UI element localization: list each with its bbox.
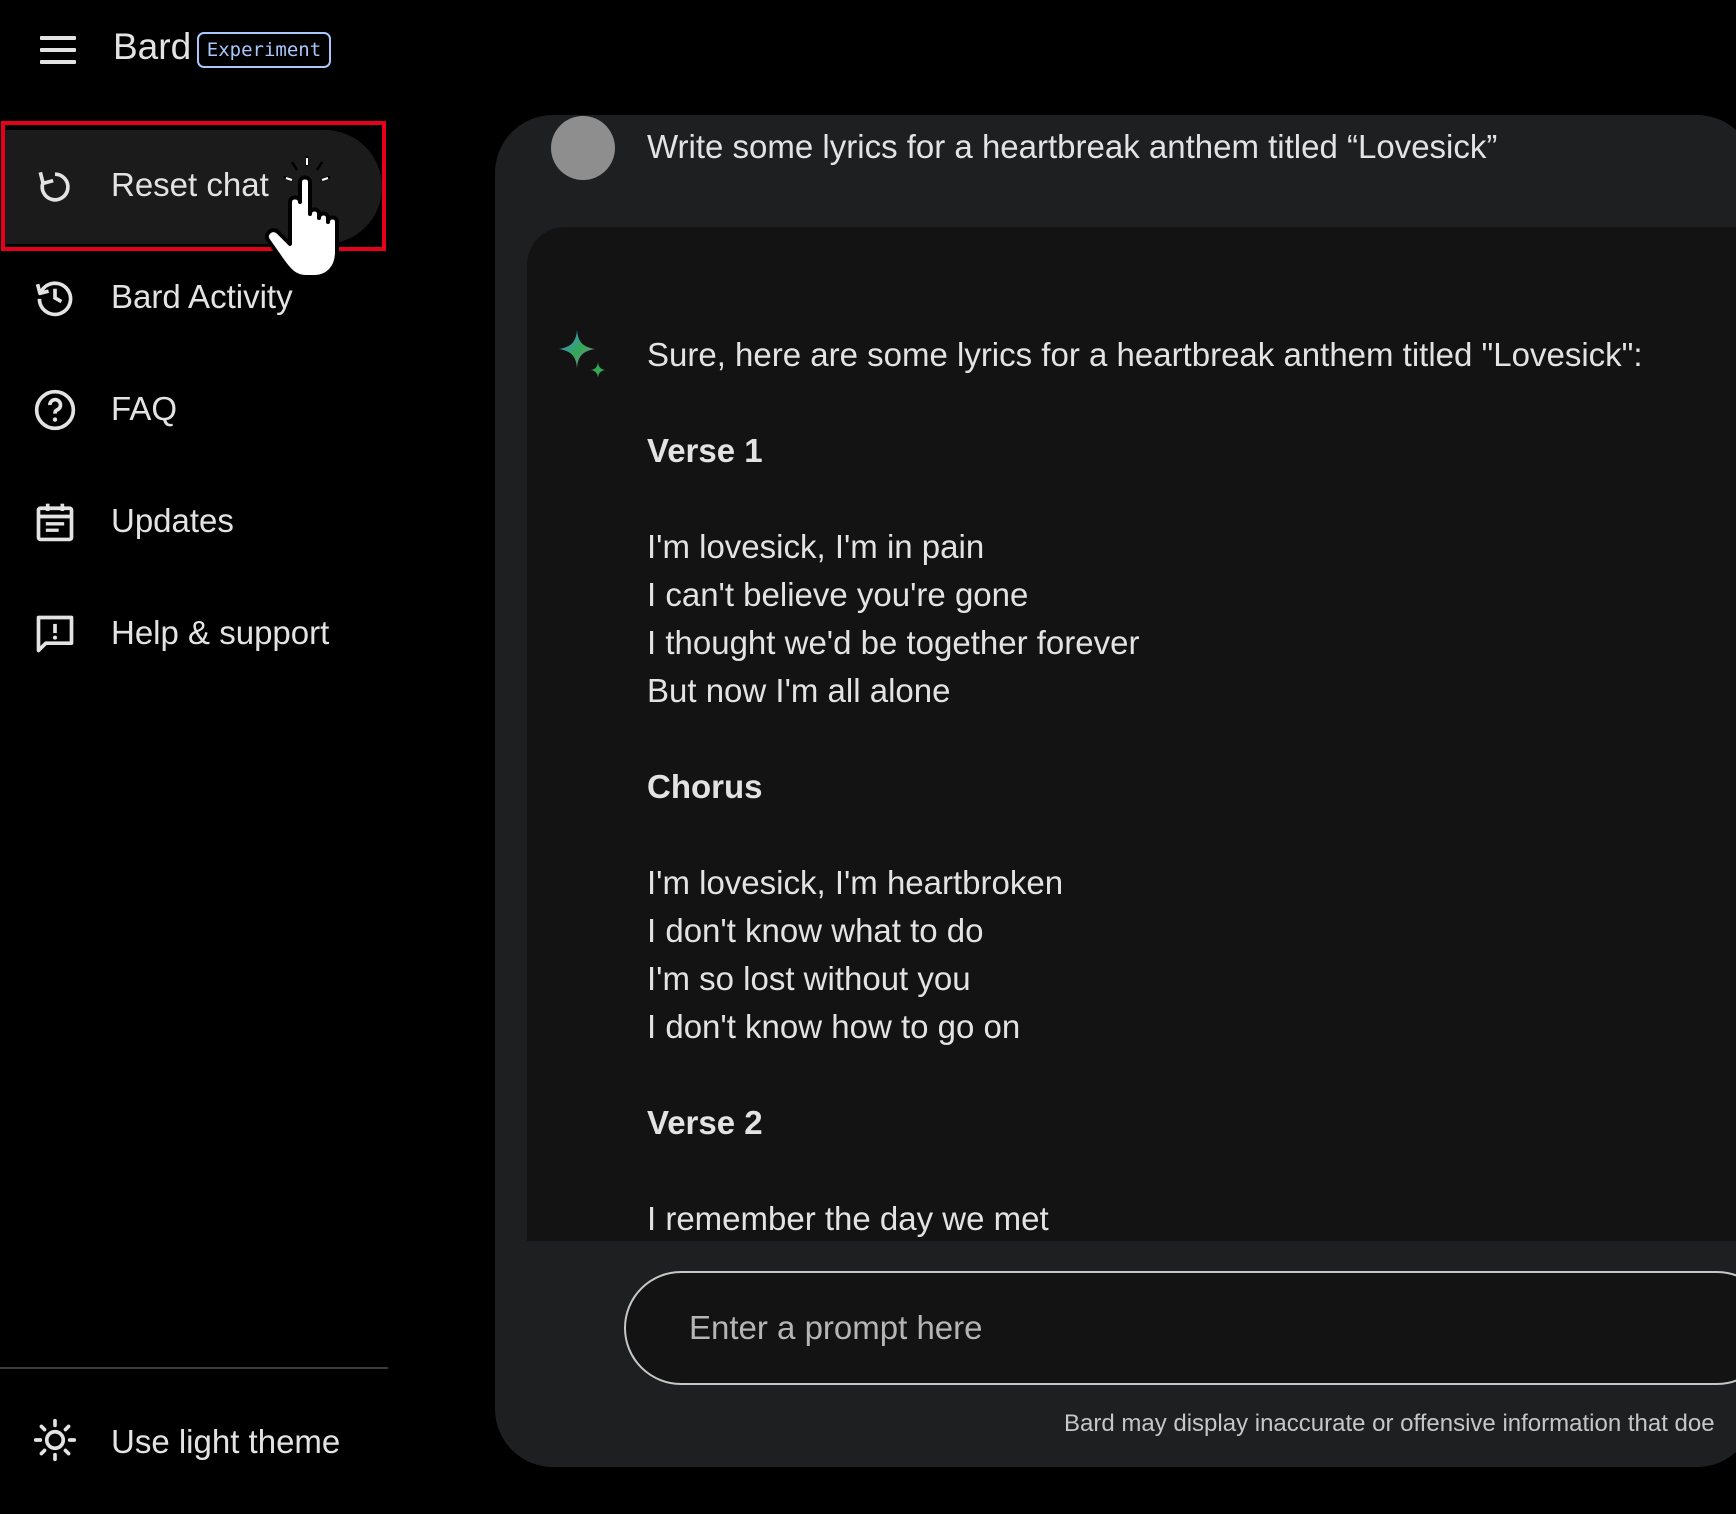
help-circle-icon — [34, 389, 76, 431]
verse1-heading: Verse 1 — [647, 432, 763, 469]
lyric-line: I don't know how to go on — [647, 1008, 1021, 1045]
lyric-line: But now I'm all alone — [647, 672, 951, 709]
lyric-line: I can't believe you're gone — [647, 576, 1029, 613]
feedback-icon — [36, 615, 74, 653]
response-intro: Sure, here are some lyrics for a heartbr… — [647, 336, 1643, 373]
sidebar-item-label: Updates — [111, 502, 234, 539]
disclaimer-text: Bard may display inaccurate or offensive… — [1064, 1410, 1715, 1437]
history-icon — [35, 281, 73, 317]
chorus-heading: Chorus — [647, 768, 763, 805]
sidebar-item-label: Help & support — [111, 614, 330, 651]
brand-name: Bard — [113, 26, 192, 67]
sidebar-item-label: Bard Activity — [111, 278, 293, 315]
bard-sparkle-icon — [559, 330, 605, 378]
top-bar: Bard Experiment — [0, 0, 1736, 110]
user-prompt-text: Write some lyrics for a heartbreak anthe… — [647, 128, 1498, 165]
pointer-hand-icon — [265, 156, 339, 279]
lyric-line: I'm lovesick, I'm heartbroken — [647, 864, 1064, 901]
lyric-line: I'm so lost without you — [647, 960, 971, 997]
lyric-line: I'm lovesick, I'm in pain — [647, 528, 985, 565]
response-card — [527, 227, 1736, 1241]
sidebar-item-label: Use light theme — [111, 1423, 341, 1460]
sidebar-divider — [0, 1367, 388, 1369]
prompt-input[interactable] — [624, 1271, 1736, 1385]
sun-icon — [33, 1418, 77, 1462]
sidebar-item-label: FAQ — [111, 390, 178, 427]
lyric-line: I don't know what to do — [647, 912, 984, 949]
hamburger-menu-icon[interactable] — [34, 34, 82, 68]
calendar-icon — [36, 503, 74, 542]
user-avatar — [551, 116, 615, 180]
experiment-badge: Experiment — [197, 32, 331, 68]
lyric-line: I thought we'd be together forever — [647, 624, 1140, 661]
verse2-heading: Verse 2 — [647, 1104, 763, 1141]
lyric-line: I remember the day we met — [647, 1200, 1049, 1237]
